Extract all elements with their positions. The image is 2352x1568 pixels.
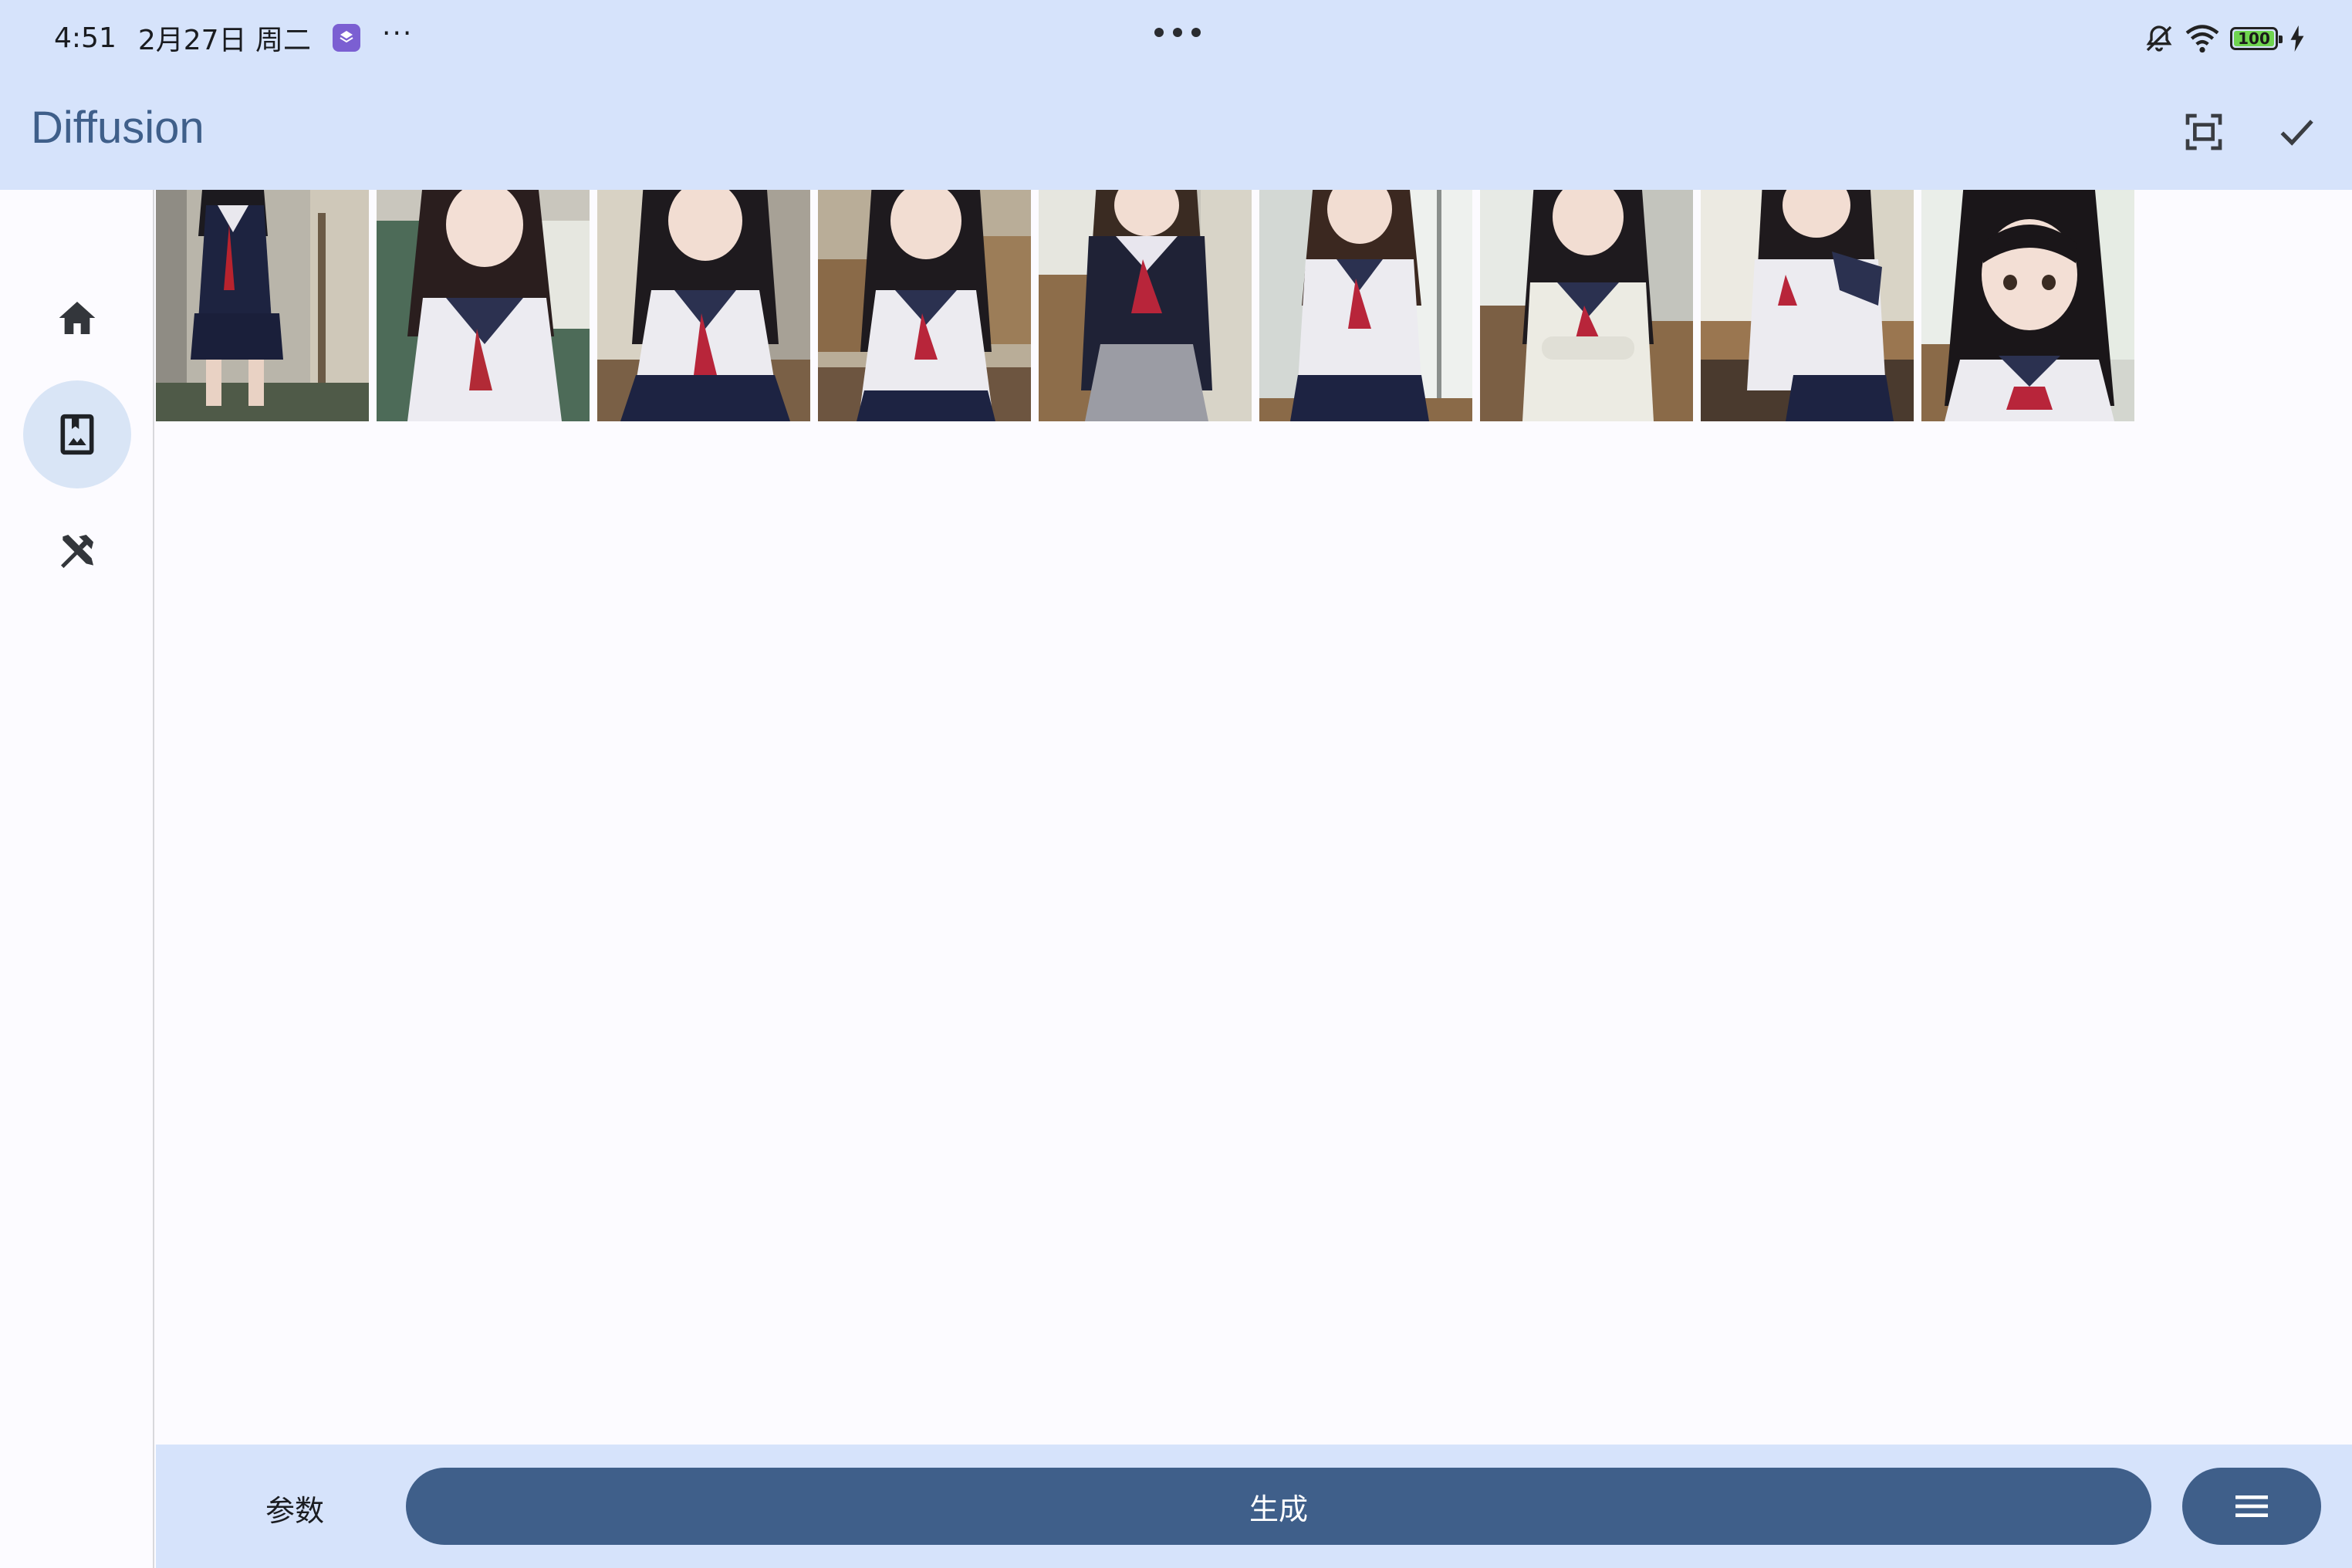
gallery-image-8[interactable] [1701,190,1914,421]
status-more-icon: ··· [382,18,414,49]
generate-button[interactable]: 生成 [406,1468,2151,1545]
gallery-image-2[interactable] [377,190,590,421]
battery-level: 100 [2238,29,2270,48]
thumbnail-strip [156,190,2134,421]
mute-bell-icon [2146,25,2172,52]
params-button[interactable]: 参数 [233,1483,357,1533]
status-time: 4:51 [54,22,117,54]
gallery-area [156,190,2352,1445]
multitask-dots-icon[interactable] [1154,23,1201,42]
menu-button[interactable] [2182,1468,2321,1545]
bottom-action-bar: 参数 生成 [156,1445,2352,1568]
nav-gallery[interactable] [23,380,131,488]
status-right: 100 [2144,22,2306,56]
status-left: 4:51 2月27日 周二 ··· [54,19,413,57]
battery-icon: 100 [2230,27,2283,50]
gallery-image-4[interactable] [818,190,1031,421]
gallery-image-6[interactable] [1259,190,1472,421]
home-icon [59,302,96,334]
menu-icon [2235,1495,2268,1517]
gallery-image-9[interactable] [1921,190,2134,421]
tools-icon [61,535,93,569]
gallery-image-1[interactable] [156,190,369,421]
gallery-image-5[interactable] [1039,190,1252,421]
status-bar: 4:51 2月27日 周二 ··· 100 [0,0,2352,74]
fullscreen-button[interactable] [2176,104,2232,160]
notification-app-icon [333,24,361,52]
gallery-icon [60,414,94,455]
charging-icon [2290,25,2304,52]
gallery-image-7[interactable] [1480,190,1693,421]
app-title: Diffusion [31,103,204,153]
wifi-icon [2185,25,2219,53]
status-date: 2月27日 周二 [137,25,312,56]
nav-tools[interactable] [23,497,131,605]
top-app-bar: Diffusion [0,74,2352,190]
navigation-rail [0,190,154,1568]
gallery-image-3[interactable] [597,190,810,421]
nav-home[interactable] [23,264,131,372]
check-icon [2280,120,2313,146]
generate-label: 生成 [1249,1492,1308,1526]
confirm-button[interactable] [2269,104,2324,160]
fullscreen-icon [2185,113,2222,150]
